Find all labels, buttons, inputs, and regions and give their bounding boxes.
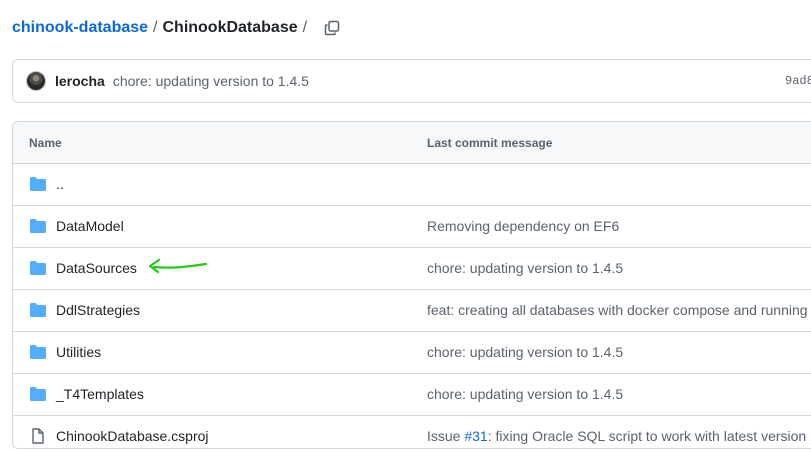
commit-message-link[interactable]: chore: updating version to 1.4.5 — [113, 73, 309, 89]
folder-icon — [30, 219, 46, 233]
file-icon — [32, 428, 44, 444]
file-name-link[interactable]: DataSources — [56, 260, 137, 276]
file-name-link[interactable]: Utilities — [56, 344, 101, 360]
breadcrumb-current-folder: ChinookDatabase — [162, 19, 298, 36]
commit-message-prefix: Issue — [427, 428, 465, 444]
file-name-link[interactable]: _T4Templates — [56, 386, 144, 402]
folder-icon — [30, 261, 46, 275]
table-row[interactable]: _T4Templates chore: updating version to … — [13, 374, 811, 416]
commit-message-suffix[interactable]: : fixing Oracle SQL script to work with … — [488, 428, 811, 444]
folder-icon — [30, 387, 46, 401]
table-row[interactable]: DdlStrategies feat: creating all databas… — [13, 290, 811, 332]
table-row[interactable]: DataSources chore: updating version to 1… — [13, 248, 811, 290]
column-header-name: Name — [29, 136, 62, 150]
folder-icon — [30, 345, 46, 359]
file-table-header: Name Last commit message — [13, 122, 811, 164]
table-row[interactable]: .. — [13, 164, 811, 206]
commit-message-link[interactable]: chore: updating version to 1.4.5 — [427, 260, 623, 276]
file-name-link[interactable]: ChinookDatabase.csproj — [56, 428, 209, 444]
folder-icon — [30, 303, 46, 317]
file-table: Name Last commit message .. DataModel Re… — [12, 121, 811, 449]
folder-icon — [30, 177, 46, 191]
table-row[interactable]: Utilities chore: updating version to 1.4… — [13, 332, 811, 374]
file-name-link[interactable]: DataModel — [56, 218, 124, 234]
commit-message-link[interactable]: chore: updating version to 1.4.5 — [427, 386, 623, 402]
table-row[interactable]: DataModel Removing dependency on EF6 — [13, 206, 811, 248]
commit-author-link[interactable]: lerocha — [55, 73, 105, 89]
hand-drawn-arrow-annotation — [148, 258, 208, 274]
copy-path-button[interactable] — [318, 16, 346, 40]
latest-commit-bar: lerocha chore: updating version to 1.4.5… — [12, 59, 811, 103]
issue-link[interactable]: #31 — [464, 428, 487, 444]
copy-icon — [324, 20, 340, 36]
parent-directory-link[interactable]: .. — [56, 176, 64, 192]
breadcrumb: chinook-database / ChinookDatabase / — [12, 17, 346, 39]
commit-message-link[interactable]: feat: creating all databases with docker… — [427, 302, 811, 318]
breadcrumb-separator: / — [153, 19, 158, 36]
column-header-last-commit: Last commit message — [427, 136, 553, 150]
breadcrumb-repo-link[interactable]: chinook-database — [12, 19, 148, 37]
commit-message: Issue #31: fixing Oracle SQL script to w… — [427, 428, 811, 444]
commit-message-link[interactable]: Removing dependency on EF6 — [427, 218, 619, 234]
table-row[interactable]: ChinookDatabase.csproj Issue #31: fixing… — [13, 416, 811, 448]
commit-sha-link[interactable]: 9ad8 — [785, 74, 811, 88]
avatar[interactable] — [26, 71, 46, 91]
commit-message-link[interactable]: chore: updating version to 1.4.5 — [427, 344, 623, 360]
file-name-link[interactable]: DdlStrategies — [56, 302, 140, 318]
breadcrumb-trailing-separator: / — [302, 19, 308, 36]
